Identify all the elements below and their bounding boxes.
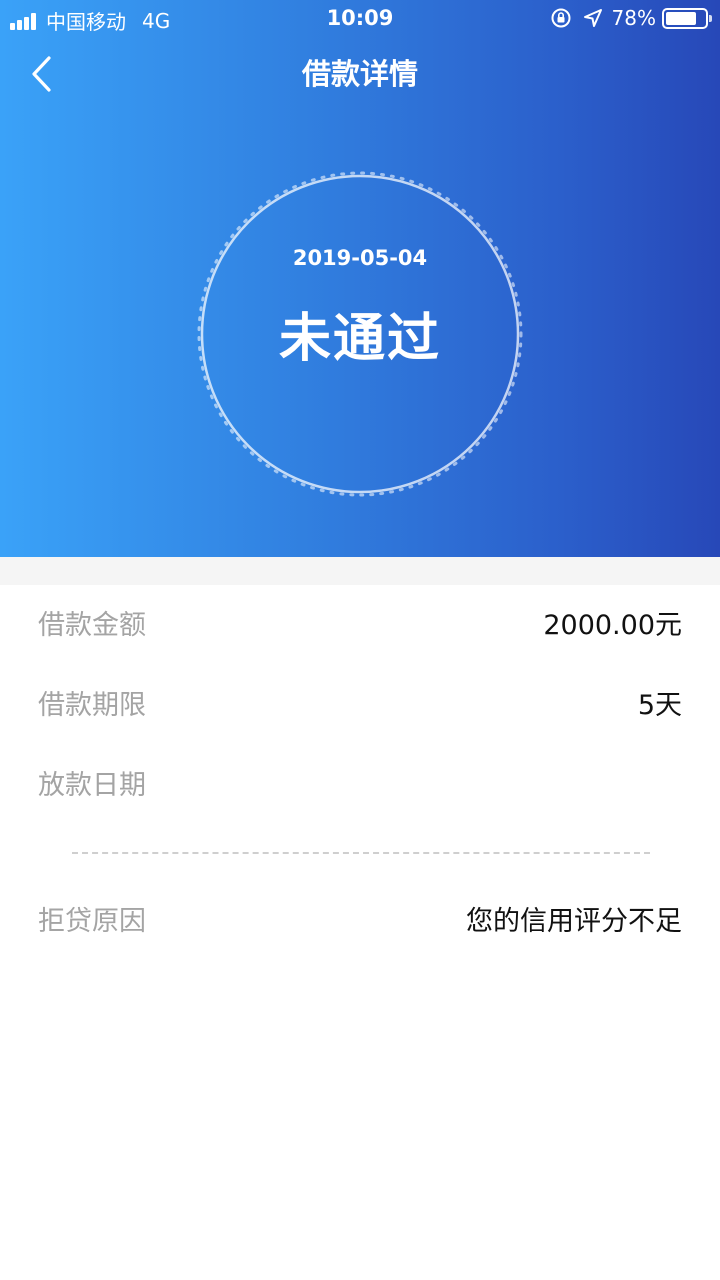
detail-value: 5天 [637,690,682,721]
location-arrow-icon [583,9,602,27]
detail-row-term: 借款期限 5天 [0,676,720,736]
battery-level [666,11,696,25]
detail-label: 放款日期 [38,770,146,801]
detail-row-disbursement-date: 放款日期 [0,756,720,816]
rejection-label: 拒贷原因 [38,906,146,937]
battery-icon [662,7,712,29]
detail-label: 借款金额 [38,610,146,641]
detail-row-amount: 借款金额 2000.00元 [0,596,720,656]
chevron-left-icon [32,56,51,92]
battery-percent: 78% [611,6,656,30]
header-banner: 中国移动 4G 10:09 78% 借款详情 2019-05-04 未通过 [0,0,720,557]
status-circle: 2019-05-04 未通过 [194,168,526,500]
page-title: 借款详情 [301,57,418,91]
rotation-lock-icon [551,8,571,28]
approval-status: 未通过 [278,309,441,369]
detail-label: 借款期限 [38,690,146,721]
application-date: 2019-05-04 [292,246,428,270]
status-right: 78% [550,6,712,30]
rejection-reason: 您的信用评分不足 [466,906,682,937]
status-bar: 中国移动 4G 10:09 78% [0,0,720,38]
back-button[interactable] [16,48,68,100]
detail-value: 2000.00元 [543,610,682,641]
dashed-divider [72,852,650,854]
detail-row-rejection-reason: 拒贷原因 您的信用评分不足 [0,892,720,952]
loan-detail-screen: 中国移动 4G 10:09 78% 借款详情 2019-05-04 未通过 借款… [0,0,720,1280]
section-separator [0,557,720,585]
navigation-bar: 借款详情 [0,38,720,110]
